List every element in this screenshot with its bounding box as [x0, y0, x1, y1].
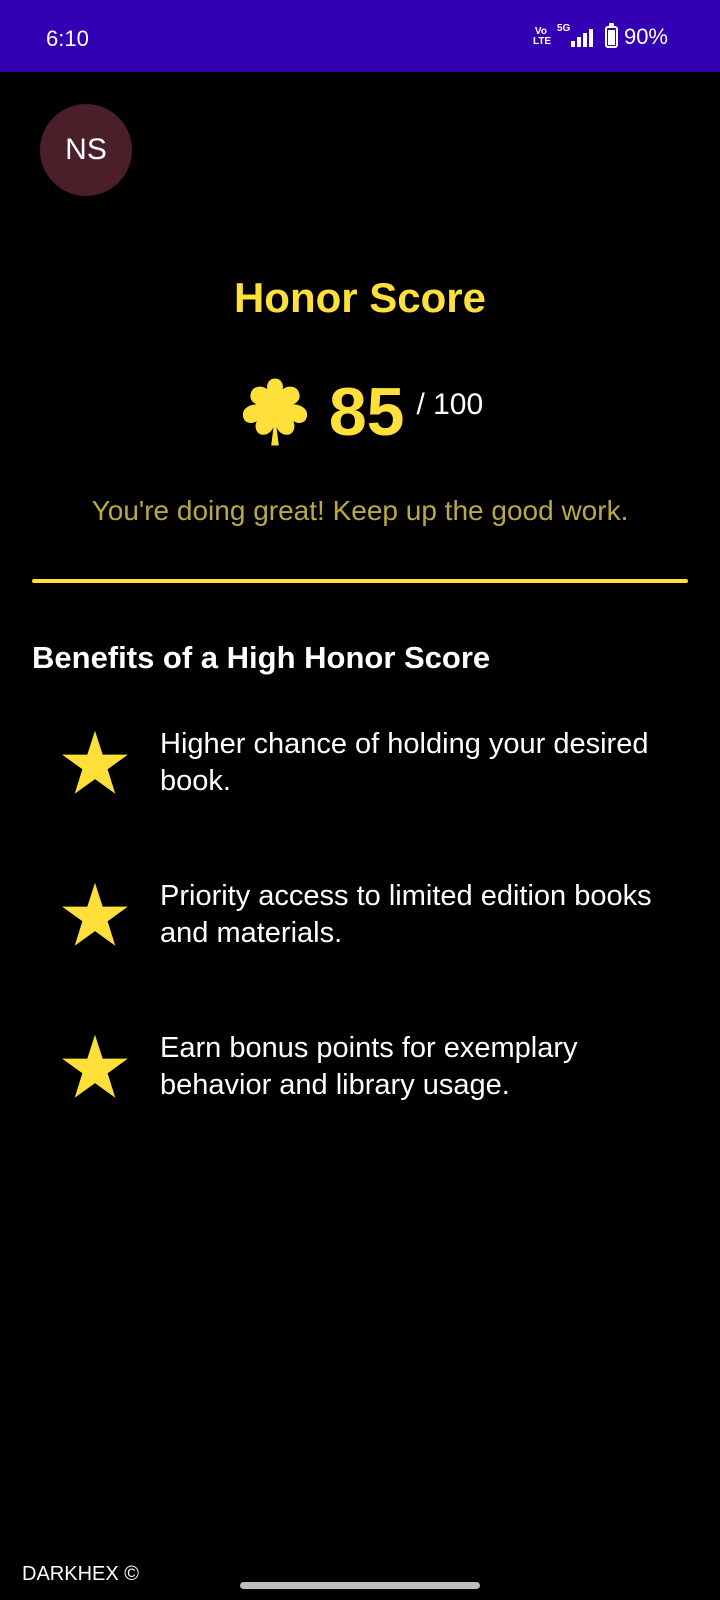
avatar-initials: NS — [65, 133, 107, 166]
battery-percent: 90% — [623, 24, 668, 49]
footer-brand: DARKHEX © — [22, 1563, 139, 1585]
star-icon — [62, 1034, 128, 1098]
benefit-item: Higher chance of holding your desired bo… — [60, 726, 680, 800]
score-max: / 100 — [416, 388, 484, 421]
page-title: Honor Score — [233, 274, 487, 321]
home-indicator[interactable] — [240, 1582, 480, 1589]
divider — [32, 579, 688, 583]
benefit-item: Earn bonus points for exemplary behavior… — [60, 1030, 680, 1104]
star-icon — [62, 730, 128, 794]
avatar[interactable]: NS — [40, 104, 132, 196]
volte-icon: Vo LTE — [532, 26, 552, 47]
status-bar: 6:10 Vo LTE 5G 90% — [0, 0, 720, 72]
benefit-text: Earn bonus points for exemplary behavior… — [160, 1032, 578, 1101]
benefits-heading: Benefits of a High Honor Score — [32, 640, 491, 675]
status-time: 6:10 — [46, 26, 89, 51]
star-icon — [62, 882, 128, 946]
status-icons: Vo LTE 5G 90% — [533, 22, 668, 52]
network-type-label: 5G — [556, 23, 571, 34]
benefit-text: Priority access to limited edition books… — [160, 880, 652, 949]
score-row: 85 / 100 — [0, 372, 720, 452]
battery-icon — [604, 23, 618, 48]
signal-icon: 5G — [556, 23, 597, 49]
leaf-badge-icon — [242, 378, 307, 446]
score-value: 85 — [328, 374, 405, 450]
benefit-text: Higher chance of holding your desired bo… — [160, 728, 649, 797]
benefit-item: Priority access to limited edition books… — [60, 878, 680, 952]
score-message: You're doing great! Keep up the good wor… — [91, 495, 629, 526]
